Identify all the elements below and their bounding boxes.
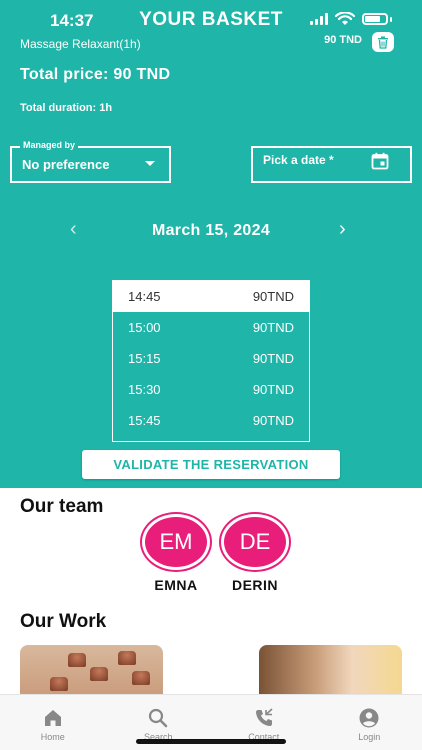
team-member-name: DERIN [231,577,279,593]
date-picker-placeholder: Pick a date * [263,153,334,167]
page-title: YOUR BASKET [139,9,283,30]
time-slot[interactable]: 15:45 90TND [113,405,309,436]
team-member-name: EMNA [154,577,198,593]
slot-time: 15:00 [128,320,161,335]
slot-price: 90TND [252,413,294,428]
managed-by-value: No preference [22,157,110,172]
slot-price: 90TND [252,351,294,366]
basket-item-name: Massage Relaxant(1h) [20,37,141,51]
home-indicator [136,739,286,744]
account-icon [359,708,379,728]
trash-icon [378,36,388,49]
tab-login[interactable]: Login [317,695,422,750]
work-section-title: Our Work [20,611,107,632]
slot-time: 15:45 [128,413,161,428]
delete-item-button[interactable] [372,32,394,52]
team-section-title: Our team [20,496,104,517]
managed-by-label: Managed by [20,140,79,150]
work-image-massage[interactable] [259,645,402,700]
next-date-button[interactable]: › [339,218,346,241]
team-member-card[interactable]: EM EMNA [142,514,210,593]
caret-down-icon [145,161,155,166]
time-slot[interactable]: 15:15 90TND [113,343,309,374]
current-date: March 15, 2024 [151,222,271,239]
home-icon [44,710,61,726]
time-slot[interactable]: 15:00 90TND [113,312,309,343]
calendar-icon[interactable] [371,152,389,170]
slot-price: 90TND [252,382,294,397]
slot-time: 15:30 [128,382,161,397]
time-slot-list[interactable]: 14:45 90TND 15:00 90TND 15:15 90TND 15:3… [112,280,310,442]
total-duration: Total duration: 1h [20,102,113,114]
tab-home[interactable]: Home [0,695,106,750]
slot-time: 14:45 [128,289,161,304]
work-image-cupping[interactable] [20,645,163,700]
phone-icon [255,708,273,726]
tab-label: Login [358,732,381,742]
basket-item-price: 90 TND [324,34,362,46]
avatar[interactable]: DE [221,514,289,570]
avatar[interactable]: EM [142,514,210,570]
search-icon [149,708,168,728]
team-member-card[interactable]: DE DERIN [221,514,289,593]
time-slot[interactable]: 14:45 90TND [113,281,309,312]
time-slot[interactable]: 15:30 90TND [113,374,309,405]
slot-time: 15:15 [128,351,161,366]
slot-price: 90TND [252,289,294,304]
tab-label: Home [40,732,65,742]
total-price: Total price: 90 TND [20,66,171,83]
slot-price: 90TND [252,320,294,335]
validate-reservation-button[interactable]: VALIDATE THE RESERVATION [82,450,340,479]
